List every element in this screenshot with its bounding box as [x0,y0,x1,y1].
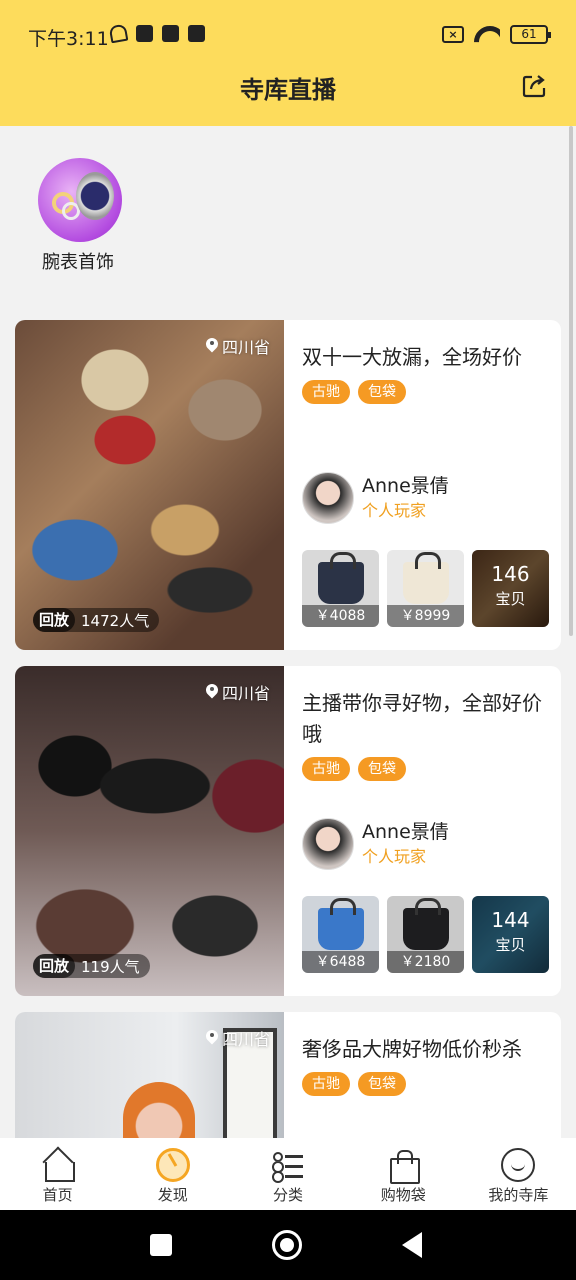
smile-icon [501,1148,536,1182]
nav-shopping-bag[interactable]: 购物袋 [346,1138,461,1210]
location-pin-icon [206,338,218,354]
category-image [38,158,122,242]
location-text: 四川省 [221,338,270,357]
category-icon [271,1148,305,1182]
anchor-name: Anne景倩 [362,821,449,843]
replay-tag: 回放 [33,608,76,632]
status-notification-icons [108,23,205,44]
avatar [302,818,354,870]
recent-apps-button[interactable] [150,1234,172,1256]
bottom-nav: 首页 发现 分类 购物袋 我的寺库 [0,1138,576,1210]
tag-category[interactable]: 包袋 [358,380,406,404]
more-goods-button[interactable]: 146 宝贝 [472,550,549,627]
gamepad-icon [188,25,205,42]
goods-price: ￥2180 [387,951,464,973]
goods-item[interactable]: ￥6488 [302,896,379,973]
top-bar: 下午3:11 × 61 寺库直播 [0,0,576,126]
goods-list: ￥6488 ￥2180 144 宝贝 [302,896,549,973]
system-nav-bar [0,1210,576,1280]
goods-count: 146 [491,562,530,586]
nav-label: 首页 [42,1186,73,1204]
live-title: 主播带你寻好物，全部好价哦 [302,691,542,746]
upload-icon [136,25,153,42]
scrollbar[interactable] [569,126,573,636]
goods-count-unit: 宝贝 [495,936,526,954]
sim-off-icon: × [442,25,464,43]
nav-label: 分类 [273,1186,304,1204]
discover-icon [155,1148,190,1182]
popularity-count: 1472人气 [81,611,150,630]
goods-price: ￥6488 [302,951,379,973]
shield-icon [162,25,179,42]
avatar [302,472,354,524]
nav-label: 购物袋 [380,1186,426,1204]
tag-brand[interactable]: 古驰 [302,380,350,404]
live-title: 双十一大放漏，全场好价 [302,345,522,369]
home-button[interactable] [272,1230,302,1260]
location-label: 四川省 [206,334,270,358]
live-cover-image[interactable]: 四川省 回放 119人气 [15,666,284,996]
bag-image [403,898,449,950]
tag-category[interactable]: 包袋 [358,1072,406,1096]
location-pin-icon [206,684,218,700]
tag-brand[interactable]: 古驰 [302,757,350,781]
home-icon [41,1148,75,1182]
mute-icon [108,23,129,44]
anchor-info[interactable]: Anne景倩 个人玩家 [302,472,449,524]
nav-category[interactable]: 分类 [230,1138,345,1210]
tag-list: 古驰 包袋 [302,757,406,781]
battery-icon: 61 [510,24,551,44]
live-title: 奢侈品大牌好物低价秒杀 [302,1037,522,1061]
share-icon[interactable] [522,72,548,98]
goods-price: ￥4088 [302,605,379,627]
live-card[interactable]: 四川省 回放 1472人气 双十一大放漏，全场好价 古驰 包袋 Anne景倩 个… [15,320,561,650]
location-label: 四川省 [206,1026,270,1050]
location-text: 四川省 [221,684,270,703]
nav-profile[interactable]: 我的寺库 [461,1138,576,1210]
tag-list: 古驰 包袋 [302,1072,406,1096]
popularity-count: 119人气 [81,957,140,976]
status-bar: 下午3:11 × 61 [0,0,576,70]
wifi-icon [474,24,500,44]
goods-item[interactable]: ￥4088 [302,550,379,627]
status-system-icons: × 61 [442,24,551,44]
goods-list: ￥4088 ￥8999 146 宝贝 [302,550,549,627]
goods-count-unit: 宝贝 [495,590,526,608]
bag-image [403,552,449,604]
anchor-role: 个人玩家 [362,847,427,866]
page-title: 寺库直播 [240,76,336,104]
goods-item[interactable]: ￥2180 [387,896,464,973]
more-goods-button[interactable]: 144 宝贝 [472,896,549,973]
location-pin-icon [206,1030,218,1046]
anchor-name: Anne景倩 [362,475,449,497]
nav-label: 我的寺库 [488,1186,549,1204]
tag-category[interactable]: 包袋 [358,757,406,781]
live-cover-image[interactable]: 四川省 回放 1472人气 [15,320,284,650]
location-text: 四川省 [221,1030,270,1049]
anchor-role: 个人玩家 [362,501,427,520]
tag-list: 古驰 包袋 [302,380,406,404]
tag-brand[interactable]: 古驰 [302,1072,350,1096]
category-watches-jewelry[interactable]: 腕表首饰 [38,158,124,274]
location-label: 四川省 [206,680,270,704]
back-button[interactable] [402,1232,422,1258]
nav-discover[interactable]: 发现 [115,1138,230,1210]
watch-graphic [76,172,114,220]
replay-badge: 回放 119人气 [33,954,150,978]
goods-price: ￥8999 [387,605,464,627]
replay-tag: 回放 [33,954,76,978]
goods-item[interactable]: ￥8999 [387,550,464,627]
nav-home[interactable]: 首页 [0,1138,115,1210]
live-card[interactable]: 四川省 回放 119人气 主播带你寻好物，全部好价哦 古驰 包袋 Anne景倩 … [15,666,561,996]
nav-label: 发现 [157,1186,188,1204]
anchor-info[interactable]: Anne景倩 个人玩家 [302,818,449,870]
status-time: 下午3:11 [28,28,109,50]
replay-badge: 回放 1472人气 [33,608,160,632]
bag-image [318,552,364,604]
category-label: 腕表首饰 [42,252,114,273]
bag-image [318,898,364,950]
goods-count: 144 [491,908,530,932]
shopping-bag-icon [386,1148,421,1184]
